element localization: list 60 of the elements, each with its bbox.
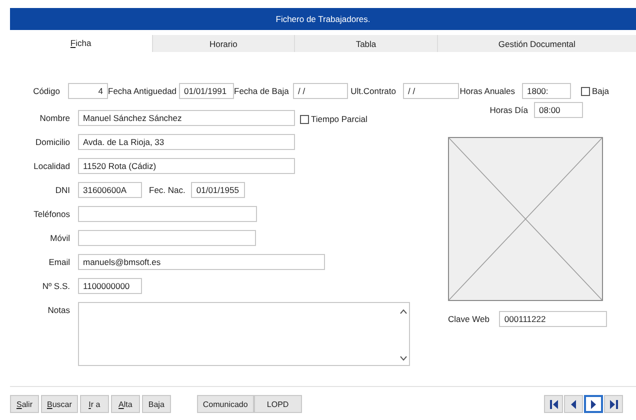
- nav-button[interactable]: [544, 395, 563, 413]
- notes-field[interactable]: [78, 302, 410, 366]
- first-record-icon: [550, 400, 558, 408]
- action-button[interactable]: Salir: [10, 395, 39, 413]
- field-label: Email: [48, 256, 71, 269]
- input-field[interactable]: manuels@bmsoft.es: [78, 254, 325, 270]
- input-field[interactable]: [78, 230, 256, 246]
- scroll-down-icon[interactable]: [400, 356, 406, 361]
- next-icon: [591, 400, 596, 408]
- previous-icon: [571, 400, 576, 408]
- checkbox-label: Baja: [592, 86, 610, 96]
- tab[interactable]: Tabla: [294, 35, 437, 52]
- field-label: Notas: [46, 304, 71, 317]
- nav-button[interactable]: [564, 395, 583, 413]
- checkbox[interactable]: [300, 114, 309, 124]
- action-button[interactable]: Baja: [142, 395, 171, 413]
- action-button[interactable]: Comunicado: [196, 395, 254, 413]
- input-field[interactable]: [78, 206, 257, 222]
- last-record-icon: [610, 400, 618, 408]
- action-button[interactable]: Ir a: [80, 395, 109, 413]
- action-button[interactable]: LOPD: [254, 395, 302, 413]
- input-field[interactable]: 01/01/1955: [191, 182, 246, 198]
- window-title: Fichero de Trabajadores.: [10, 8, 636, 30]
- field-label: Fecha Antiguedad: [108, 86, 178, 96]
- input-field[interactable]: 4: [68, 83, 108, 99]
- input-field[interactable]: 08:00: [534, 102, 583, 118]
- tab[interactable]: Gestión Documental: [436, 35, 636, 52]
- input-field[interactable]: 01/01/1991: [179, 83, 234, 99]
- field-label: Localidad: [32, 160, 71, 173]
- field-label: Domicilio: [34, 136, 71, 149]
- input-field[interactable]: Avda. de La Rioja, 33: [78, 134, 295, 150]
- action-button[interactable]: Alta: [110, 395, 140, 413]
- input-field[interactable]: 1100000000: [78, 278, 142, 294]
- action-button[interactable]: Buscar: [41, 395, 78, 413]
- input-field[interactable]: 11520 Rota (Cádiz): [78, 158, 295, 174]
- tab[interactable]: Horario: [152, 35, 294, 52]
- field-label: Teléfonos: [32, 208, 71, 221]
- input-field[interactable]: 1800:: [522, 83, 571, 99]
- field-label: Horas Día: [488, 105, 529, 115]
- checkbox[interactable]: [581, 86, 590, 96]
- image-placeholder-icon: [448, 137, 603, 301]
- field-label: Ult.Contrato: [350, 86, 397, 96]
- field-label: Nº S.S.: [41, 280, 71, 293]
- scroll-up-icon[interactable]: [400, 309, 406, 314]
- field-label: Fecha de Baja: [234, 86, 290, 96]
- nav-button[interactable]: [604, 395, 623, 413]
- nav-button[interactable]: [584, 395, 603, 413]
- field-label: Móvil: [49, 232, 71, 245]
- input-field[interactable]: / /: [403, 83, 459, 99]
- field-label: Clave Web: [448, 314, 490, 324]
- field-label: Fec. Nac.: [148, 184, 186, 197]
- field-label: Código: [32, 86, 61, 96]
- input-field[interactable]: / /: [293, 83, 348, 99]
- field-label: Horas Anuales: [459, 86, 516, 96]
- input-field[interactable]: 31600600A: [78, 182, 142, 198]
- input-field[interactable]: 000111222: [499, 311, 608, 327]
- field-label: Nombre: [38, 112, 71, 125]
- checkbox-label: Tiempo Parcial: [311, 114, 368, 124]
- input-field[interactable]: Manuel Sánchez Sánchez: [78, 110, 295, 126]
- field-label: DNI: [54, 184, 71, 197]
